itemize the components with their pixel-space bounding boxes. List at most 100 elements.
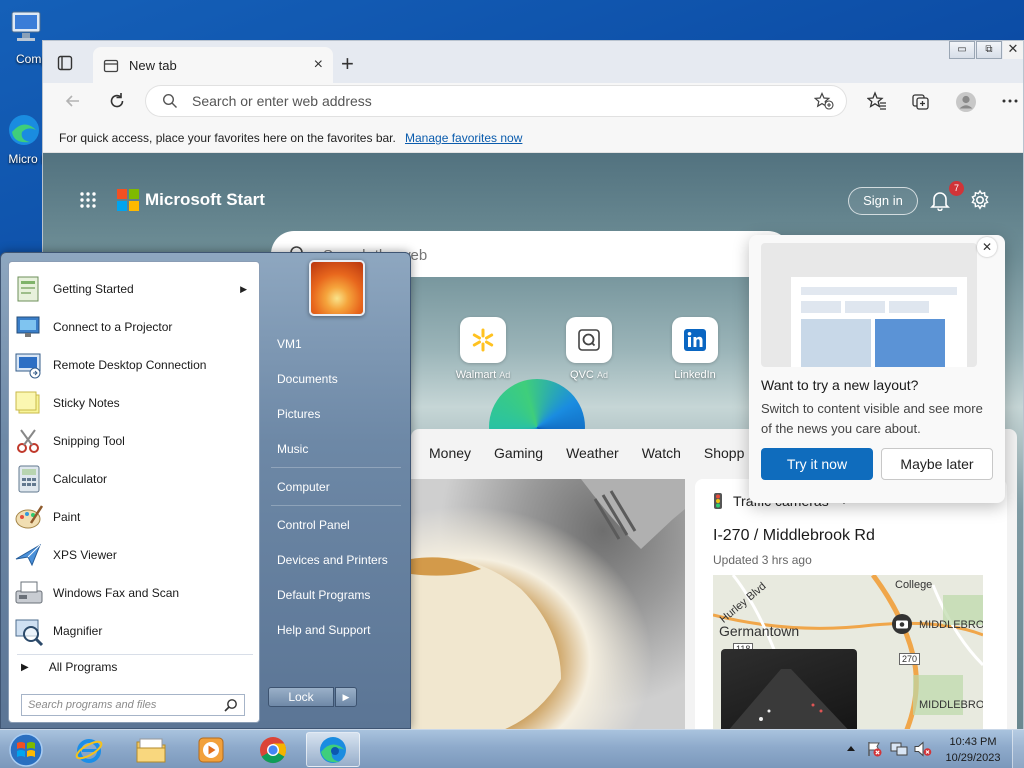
start-link-user[interactable]: VM1 <box>277 337 302 351</box>
start-link-music[interactable]: Music <box>277 442 308 456</box>
start-link-default-programs[interactable]: Default Programs <box>277 588 370 602</box>
start-search-input[interactable] <box>28 697 216 713</box>
program-label: Paint <box>53 510 81 524</box>
address-bar[interactable] <box>146 86 846 116</box>
fax-scan-icon <box>13 577 45 609</box>
program-calculator[interactable]: Calculator <box>13 462 257 496</box>
network-icon[interactable] <box>890 741 908 757</box>
favorites-bar: For quick access, place your favorites h… <box>43 121 1023 153</box>
program-sticky-notes[interactable]: Sticky Notes <box>13 386 257 420</box>
start-button[interactable] <box>6 732 46 768</box>
program-paint[interactable]: Paint <box>13 500 257 534</box>
popup-close-button[interactable]: ✕ <box>977 237 997 257</box>
settings-more-icon[interactable] <box>1001 91 1019 111</box>
volume-muted-icon[interactable] <box>914 741 932 757</box>
program-remote-desktop[interactable]: Remote Desktop Connection <box>13 348 257 382</box>
program-label: Windows Fax and Scan <box>53 586 180 600</box>
tab-close-button[interactable]: × <box>314 56 323 74</box>
program-getting-started[interactable]: Getting Started ▶ <box>13 272 257 306</box>
close-button[interactable]: ✕ <box>1003 41 1023 59</box>
all-programs-label: All Programs <box>48 660 118 674</box>
app-launcher-icon[interactable] <box>79 191 97 209</box>
category-tab-shopping[interactable]: Shopp <box>704 445 744 461</box>
sign-in-button[interactable]: Sign in <box>848 187 918 215</box>
camera-snapshot[interactable] <box>721 649 857 729</box>
start-link-documents[interactable]: Documents <box>277 372 338 386</box>
taskbar-media-player[interactable] <box>184 732 238 767</box>
back-button[interactable] <box>63 91 83 111</box>
quick-link-label: QVC <box>570 369 594 381</box>
notifications-bell-icon[interactable] <box>929 189 951 211</box>
start-link-help-support[interactable]: Help and Support <box>277 623 370 637</box>
show-hidden-icons-arrow[interactable] <box>846 744 856 752</box>
qvc-icon <box>566 317 612 363</box>
ad-badge: Ad <box>499 370 511 380</box>
tab-new-tab[interactable]: New tab × <box>93 47 333 83</box>
program-label: Snipping Tool <box>53 434 125 448</box>
program-connect-projector[interactable]: Connect to a Projector <box>13 310 257 344</box>
start-search-box[interactable] <box>21 694 245 716</box>
add-favorite-icon[interactable] <box>814 92 834 110</box>
start-link-computer[interactable]: Computer <box>277 480 330 494</box>
taskbar-chrome[interactable] <box>246 732 300 767</box>
divider <box>17 654 253 655</box>
system-clock[interactable]: 10:43 PM 10/29/2023 <box>940 734 1006 766</box>
user-avatar[interactable] <box>309 260 365 316</box>
program-xps-viewer[interactable]: XPS Viewer <box>13 538 257 572</box>
manage-favorites-link[interactable]: Manage favorites now <box>405 131 522 145</box>
notification-badge: 7 <box>949 181 964 196</box>
try-it-now-button[interactable]: Try it now <box>761 448 873 480</box>
layout-preview-image <box>761 243 977 367</box>
favorites-icon[interactable] <box>867 91 887 111</box>
traffic-cameras-card[interactable]: Traffic cameras ··· I-270 / Middlebrook … <box>695 479 1007 729</box>
quick-link-walmart[interactable]: Walmart Ad <box>443 317 523 381</box>
linkedin-icon <box>672 317 718 363</box>
quick-link-qvc[interactable]: QVC Ad <box>549 317 629 381</box>
new-layout-popup: ✕ Want to try a new layout? Switch to co… <box>749 235 1005 503</box>
start-menu-programs-pane: Getting Started ▶ Connect to a Projector… <box>8 261 260 723</box>
category-tab-money[interactable]: Money <box>429 445 471 461</box>
category-tab-gaming[interactable]: Gaming <box>494 445 543 461</box>
clock-time: 10:43 PM <box>949 736 997 748</box>
quick-link-label: Walmart <box>455 369 497 381</box>
shutdown-options-arrow-icon[interactable]: ▶ <box>335 687 357 707</box>
clock-date: 10/29/2023 <box>945 752 1001 764</box>
profile-avatar-icon[interactable] <box>955 91 977 113</box>
action-center-flag-icon[interactable] <box>866 741 882 757</box>
page-settings-gear-icon[interactable] <box>969 189 991 211</box>
all-programs-button[interactable]: ▶ All Programs <box>21 660 117 674</box>
category-tab-weather[interactable]: Weather <box>566 445 619 461</box>
start-link-control-panel[interactable]: Control Panel <box>277 518 350 532</box>
address-input[interactable] <box>192 90 792 112</box>
collections-icon[interactable] <box>911 91 931 111</box>
start-link-pictures[interactable]: Pictures <box>277 407 320 421</box>
favorites-bar-hint: For quick access, place your favorites h… <box>59 131 396 145</box>
refresh-button[interactable] <box>107 91 127 111</box>
popup-title: Want to try a new layout? <box>761 377 919 393</box>
traffic-map[interactable]: College Hurley Blvd Germantown MIDDLEBRO… <box>713 575 983 729</box>
taskbar-internet-explorer[interactable] <box>62 732 116 767</box>
show-desktop-button[interactable] <box>1012 730 1024 768</box>
category-tab-watch[interactable]: Watch <box>642 445 681 461</box>
taskbar-file-explorer[interactable] <box>124 732 178 767</box>
tab-actions-button[interactable] <box>57 55 73 71</box>
taskbar-edge[interactable] <box>306 732 360 767</box>
start-link-devices-printers[interactable]: Devices and Printers <box>277 553 388 567</box>
program-magnifier[interactable]: Magnifier <box>13 614 257 648</box>
new-tab-button[interactable]: + <box>341 51 354 77</box>
minimize-button[interactable]: ▭ <box>949 41 975 59</box>
camera-pin-icon[interactable] <box>891 613 913 635</box>
news-hero-image[interactable] <box>411 479 685 729</box>
program-fax-scan[interactable]: Windows Fax and Scan <box>13 576 257 610</box>
quick-link-linkedin[interactable]: LinkedIn <box>655 317 735 381</box>
route-shield: 270 <box>899 653 921 665</box>
search-icon[interactable] <box>224 698 238 712</box>
maybe-later-button[interactable]: Maybe later <box>881 448 993 480</box>
divider <box>271 505 401 506</box>
category-tabs: Money Gaming Weather Watch Shopp <box>429 445 767 461</box>
program-snipping-tool[interactable]: Snipping Tool <box>13 424 257 458</box>
internet-explorer-icon <box>74 735 104 765</box>
lock-button[interactable]: Lock <box>268 687 334 707</box>
camera-updated-time: Updated 3 hrs ago <box>713 553 812 567</box>
maximize-button[interactable]: ⧉ <box>976 41 1002 59</box>
